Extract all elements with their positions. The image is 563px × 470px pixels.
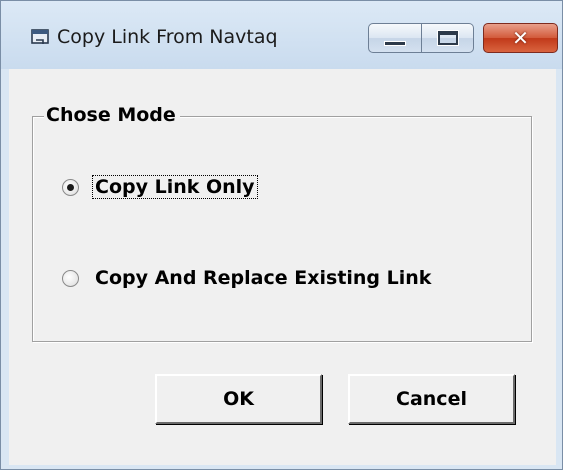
dialog-client-area: Chose Mode Copy Link Only Copy And Repla… (9, 69, 556, 465)
close-button[interactable]: ✕ (483, 23, 558, 53)
title-bar[interactable]: Copy Link From Navtaq ✕ (1, 1, 562, 69)
close-icon: ✕ (512, 26, 529, 50)
maximize-icon (436, 30, 459, 46)
radio-label-copy-and-replace[interactable]: Copy And Replace Existing Link (93, 267, 433, 289)
radio-option-copy-link-only[interactable]: Copy Link Only (62, 175, 258, 199)
dialog-window: Copy Link From Navtaq ✕ Chose Mode Copy … (0, 0, 563, 470)
cancel-button[interactable]: Cancel (348, 374, 515, 424)
radio-label-copy-link-only[interactable]: Copy Link Only (92, 175, 258, 199)
mode-groupbox (32, 116, 532, 342)
maximize-button[interactable] (422, 23, 474, 53)
radio-option-copy-and-replace[interactable]: Copy And Replace Existing Link (62, 267, 433, 289)
window-title: Copy Link From Navtaq (57, 26, 278, 48)
app-window-icon (31, 29, 49, 44)
minimize-icon (384, 40, 406, 46)
radio-button-checked[interactable] (62, 178, 79, 196)
radio-button-unchecked[interactable] (62, 269, 79, 287)
ok-button[interactable]: OK (155, 374, 322, 424)
minimize-button[interactable] (368, 23, 422, 53)
groupbox-label: Chose Mode (44, 104, 180, 126)
radio-selected-dot (67, 183, 74, 191)
